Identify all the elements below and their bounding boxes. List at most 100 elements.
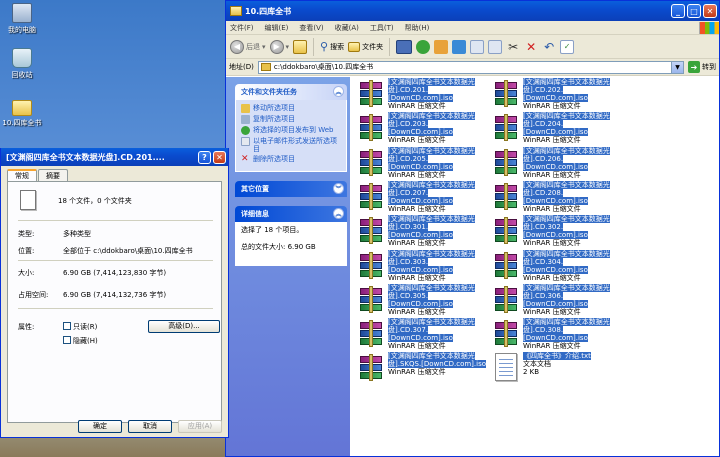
file-item[interactable]: [文渊阁四库全书文本数据光 盘].CD.206.[DownCD.com].iso W… bbox=[493, 146, 626, 181]
address-bar: 地址(D) c:\ddokbaro\桌面\10.四库全书 ▼ ➔ 转到 bbox=[226, 59, 719, 76]
collapse-icon[interactable]: ︽ bbox=[333, 86, 344, 97]
file-type: WinRAR 压缩文件 bbox=[523, 204, 581, 213]
winrar-archive-icon bbox=[358, 285, 385, 314]
file-tasks-header[interactable]: 文件和文件夹任务 ︽ bbox=[235, 84, 347, 100]
other-places-header[interactable]: 其它位置 ︾ bbox=[235, 181, 347, 197]
winrar-archive-icon bbox=[493, 182, 520, 211]
file-item[interactable]: [文渊阁四库全书文本数据光 盘].CD.205.[DownCD.com].iso W… bbox=[358, 146, 491, 181]
task-publish-web[interactable]: 将选择的项目发布到 Web bbox=[241, 126, 342, 135]
file-item[interactable]: [文渊阁四库全书文本数据光 盘].CD.204.[DownCD.com].iso W… bbox=[493, 112, 626, 146]
back-arrow-icon: ◀ bbox=[230, 39, 244, 54]
recycle-bin-icon bbox=[12, 48, 32, 68]
refresh-icon[interactable] bbox=[416, 39, 431, 54]
advanced-button[interactable]: 高级(D)... bbox=[148, 320, 220, 333]
menu-tools[interactable]: 工具(T) bbox=[370, 23, 394, 33]
close-button[interactable]: ✕ bbox=[703, 4, 717, 18]
menu-favorites[interactable]: 收藏(A) bbox=[335, 23, 359, 33]
file-item[interactable]: [文渊阁四库全书文本数据光 盘].CD.207.[DownCD.com].iso W… bbox=[358, 180, 491, 215]
file-item[interactable]: [文渊阁四库全书文本数据光 盘].CD.305.[DownCD.com].iso W… bbox=[358, 283, 491, 318]
tab-general[interactable]: 常规 bbox=[7, 169, 37, 181]
menu-edit[interactable]: 编辑(E) bbox=[265, 23, 289, 33]
file-type: WinRAR 压缩文件 bbox=[523, 273, 581, 282]
chevron-down-icon[interactable]: ▼ bbox=[671, 61, 683, 73]
delete-icon[interactable]: ✕ bbox=[524, 40, 538, 54]
address-input[interactable]: c:\ddokbaro\桌面\10.四库全书 ▼ bbox=[257, 60, 684, 74]
file-item[interactable]: [文渊阁四库全书文本数据光 盘].CD.304.[DownCD.com].iso W… bbox=[493, 249, 626, 284]
winrar-archive-icon bbox=[358, 114, 385, 142]
file-item[interactable]: [文渊阁四库全书文本数据光 盘].CD.301.[DownCD.com].iso W… bbox=[358, 215, 491, 249]
desktop-icon-folder[interactable]: 10.四库全书 bbox=[0, 98, 44, 128]
minimize-button[interactable]: _ bbox=[671, 4, 685, 18]
task-delete[interactable]: ✕ 删除所选项目 bbox=[241, 155, 342, 164]
file-item[interactable]: [文渊阁四库全书文本数据光 盘].CD.308.[DownCD.com].iso W… bbox=[493, 318, 626, 352]
file-item[interactable]: [文渊阁四库全书文本数据光 盘].CD.203.[DownCD.com].iso W… bbox=[358, 112, 491, 146]
undo-icon[interactable]: ↶ bbox=[542, 40, 556, 54]
multiple-files-icon bbox=[20, 190, 36, 210]
task-email[interactable]: 以电子邮件形式发送所选项目 bbox=[241, 137, 342, 153]
file-type: WinRAR 压缩文件 bbox=[388, 136, 446, 145]
maximize-button[interactable]: □ bbox=[687, 4, 701, 18]
properties-dialog: [文渊阁四库全书文本数据光盘].CD.201.... ? ✕ 常规 摘要 18 … bbox=[0, 148, 229, 438]
file-name-line2: 盘].CD.203.[DownCD.com].iso bbox=[388, 120, 453, 137]
file-item[interactable]: [文渊阁四库全书文本数据光 盘].CD.202.[DownCD.com].iso W… bbox=[493, 78, 626, 112]
menu-file[interactable]: 文件(F) bbox=[230, 23, 254, 33]
expand-icon[interactable]: ︾ bbox=[333, 183, 344, 194]
file-name-line1: [文渊阁四库全书文本数据光 bbox=[388, 180, 475, 189]
search-button[interactable]: ⚲ 搜索 bbox=[320, 40, 344, 53]
views-icon[interactable] bbox=[396, 39, 413, 54]
readonly-checkbox[interactable]: 只读(R) bbox=[63, 322, 97, 332]
attributes-label: 属性: bbox=[18, 323, 35, 331]
home-icon[interactable] bbox=[434, 39, 449, 54]
apply-button[interactable]: 应用(A) bbox=[178, 420, 222, 433]
forward-button[interactable]: ▶ ▾ bbox=[269, 39, 289, 54]
desktop-icon-recycle-bin[interactable]: 回收站 bbox=[0, 48, 44, 80]
cancel-button[interactable]: 取消 bbox=[128, 420, 172, 433]
divider bbox=[18, 260, 213, 261]
file-item[interactable]: [文渊阁四库全书文本数据光 盘].SKQS.[DownCD.com].iso Win… bbox=[358, 352, 491, 386]
file-item[interactable]: [文渊阁四库全书文本数据光 盘].CD.302.[DownCD.com].iso W… bbox=[493, 215, 626, 249]
file-item[interactable]: [文渊阁四库全书文本数据光 盘].CD.306.[DownCD.com].iso W… bbox=[493, 283, 626, 318]
up-folder-icon[interactable] bbox=[293, 39, 308, 54]
ok-button[interactable]: 确定 bbox=[78, 420, 122, 433]
chevron-down-icon: ▾ bbox=[262, 42, 266, 51]
collapse-icon[interactable]: ︽ bbox=[333, 208, 344, 219]
properties-titlebar[interactable]: [文渊阁四库全书文本数据光盘].CD.201.... ? ✕ bbox=[1, 148, 228, 166]
toolbar: ◀ 后退 ▾ ▶ ▾ ⚲ 搜索 文件夹 ✂ ✕ ↶ ✓ bbox=[226, 35, 719, 59]
details-header[interactable]: 详细信息 ︽ bbox=[235, 206, 347, 222]
help-button[interactable]: ? bbox=[198, 150, 211, 164]
forward-arrow-icon: ▶ bbox=[269, 39, 284, 54]
go-button[interactable]: ➔ 转到 bbox=[688, 61, 716, 73]
file-item[interactable]: [文渊阁四库全书文本数据光 盘].CD.307.[DownCD.com].iso W… bbox=[358, 318, 491, 352]
file-item[interactable]: [文渊阁四库全书文本数据光 盘].CD.201.[DownCD.com].iso W… bbox=[358, 78, 491, 112]
task-move[interactable]: 移动所选项目 bbox=[241, 104, 342, 113]
file-name-line2: 盘].CD.201.[DownCD.com].iso bbox=[388, 86, 453, 102]
file-name-line1: [文渊阁四库全书文本数据光 bbox=[523, 249, 610, 258]
file-item[interactable]: [文渊阁四库全书文本数据光 盘].CD.303.[DownCD.com].iso W… bbox=[358, 249, 491, 284]
file-type: WinRAR 压缩文件 bbox=[388, 170, 446, 179]
menu-view[interactable]: 查看(V) bbox=[299, 23, 323, 33]
file-name-line1: [文渊阁四库全书文本数据光 bbox=[388, 283, 475, 292]
file-item[interactable]: [文渊阁四库全书文本数据光 盘].CD.208.[DownCD.com].iso W… bbox=[493, 180, 626, 215]
move-to-icon[interactable] bbox=[452, 39, 467, 54]
explorer-content: 文件和文件夹任务 ︽ 移动所选项目 复制所选项目 将选择的项目发布到 Web 以… bbox=[226, 77, 719, 456]
file-type: WinRAR 压缩文件 bbox=[523, 102, 581, 110]
tab-summary[interactable]: 摘要 bbox=[38, 169, 68, 181]
hidden-checkbox[interactable]: 隐藏(H) bbox=[63, 336, 98, 346]
size-on-disk-row: 占用空间: 6.90 GB (7,414,132,736 字节) bbox=[18, 291, 167, 299]
menu-help[interactable]: 帮助(H) bbox=[405, 23, 430, 33]
desktop-icon-my-computer[interactable]: 我的电脑 bbox=[0, 3, 44, 35]
paste-icon[interactable] bbox=[488, 39, 503, 54]
explorer-titlebar[interactable]: 10.四库全书 _ □ ✕ bbox=[226, 1, 719, 21]
file-tasks-panel: 文件和文件夹任务 ︽ 移动所选项目 复制所选项目 将选择的项目发布到 Web 以… bbox=[235, 84, 347, 172]
type-row: 类型: 多种类型 bbox=[18, 230, 91, 238]
folders-button[interactable]: 文件夹 bbox=[348, 41, 383, 52]
file-type: WinRAR 压缩文件 bbox=[523, 239, 581, 248]
task-copy[interactable]: 复制所选项目 bbox=[241, 115, 342, 124]
text-file-item[interactable]: 《四库全书》介绍.txt 文本文档 2 KB bbox=[493, 352, 626, 386]
properties-icon[interactable]: ✓ bbox=[560, 39, 575, 54]
close-button[interactable]: ✕ bbox=[213, 150, 226, 164]
file-name-line1: [文渊阁四库全书文本数据光 bbox=[523, 180, 610, 189]
cut-icon[interactable]: ✂ bbox=[506, 40, 520, 54]
back-button[interactable]: ◀ 后退 ▾ bbox=[230, 39, 266, 54]
copy-icon[interactable] bbox=[470, 39, 485, 54]
